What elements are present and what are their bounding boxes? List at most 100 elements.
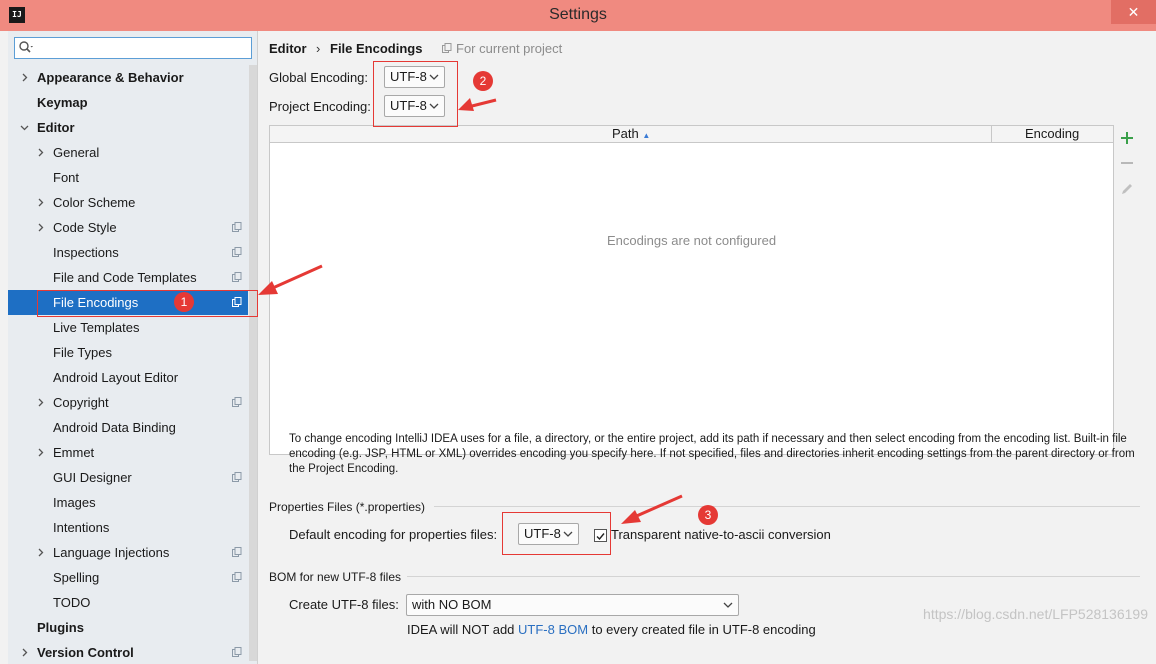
chevron-right-icon[interactable] xyxy=(36,148,45,157)
path-column-header[interactable]: Path ▲ xyxy=(612,126,650,144)
annotation-box-properties xyxy=(502,512,611,555)
chevron-right-icon[interactable] xyxy=(36,198,45,207)
sidebar-item-font[interactable]: Font xyxy=(8,165,248,190)
chevron-right-icon[interactable] xyxy=(20,648,29,657)
section-divider xyxy=(407,576,1140,577)
sidebar-item-keymap[interactable]: Keymap xyxy=(8,90,248,115)
bom-section-title: BOM for new UTF-8 files xyxy=(269,570,402,584)
sidebar-item-android-layout-editor[interactable]: Android Layout Editor xyxy=(8,365,248,390)
sidebar-item-label: Language Injections xyxy=(53,545,170,560)
settings-search-input[interactable] xyxy=(14,37,252,59)
close-button[interactable]: ✕ xyxy=(1111,0,1156,24)
chevron-right-icon[interactable] xyxy=(36,398,45,407)
sidebar-item-label: Android Layout Editor xyxy=(53,370,179,385)
sidebar-item-editor[interactable]: Editor xyxy=(8,115,248,140)
chevron-right-icon[interactable] xyxy=(36,548,45,557)
sidebar-item-label: File Types xyxy=(53,345,113,360)
sidebar-item-color-scheme[interactable]: Color Scheme xyxy=(8,190,248,215)
sidebar-item-label: General xyxy=(53,145,100,160)
sidebar-item-label: Live Templates xyxy=(53,320,140,335)
remove-icon[interactable] xyxy=(1117,153,1137,173)
annotation-marker-2: 2 xyxy=(473,71,493,91)
sidebar-item-label: Emmet xyxy=(53,445,95,460)
sidebar-item-label: Copyright xyxy=(53,395,109,410)
chevron-right-icon[interactable] xyxy=(36,448,45,457)
settings-tree: Appearance & Behavior Keymap Editor General… xyxy=(8,65,248,664)
sidebar-item-images[interactable]: Images xyxy=(8,490,248,515)
project-scope-icon xyxy=(232,272,242,282)
utf8-bom-link[interactable]: UTF-8 BOM xyxy=(518,622,588,637)
window-title: Settings xyxy=(549,6,607,23)
properties-section-title: Properties Files (*.properties) xyxy=(269,500,426,514)
settings-sidebar: Appearance & Behavior Keymap Editor General… xyxy=(8,31,258,664)
chevron-down-icon[interactable] xyxy=(20,123,29,132)
project-scope-icon xyxy=(232,572,242,582)
search-icon xyxy=(19,41,33,53)
chevron-right-icon[interactable] xyxy=(36,223,45,232)
add-icon[interactable] xyxy=(1117,128,1137,148)
project-encoding-label: Project Encoding: xyxy=(269,99,371,114)
breadcrumb-separator: › xyxy=(316,41,321,56)
project-scope-icon xyxy=(442,43,452,53)
sidebar-item-version-control[interactable]: Version Control xyxy=(8,640,248,664)
sidebar-item-label: Editor xyxy=(37,120,75,135)
sidebar-item-emmet[interactable]: Emmet xyxy=(8,440,248,465)
sidebar-item-general[interactable]: General xyxy=(8,140,248,165)
sidebar-item-copyright[interactable]: Copyright xyxy=(8,390,248,415)
title-bar: IJ Settings ✕ xyxy=(0,0,1156,31)
sidebar-item-file-types[interactable]: File Types xyxy=(8,340,248,365)
breadcrumb-editor[interactable]: Editor xyxy=(269,41,307,56)
watermark: https://blog.csdn.net/LFP528136199 xyxy=(923,606,1148,622)
sidebar-item-label: Plugins xyxy=(37,620,84,635)
sidebar-item-appearance-behavior[interactable]: Appearance & Behavior xyxy=(8,65,248,90)
annotation-box-file-encodings xyxy=(37,290,258,317)
breadcrumb-file-encodings: File Encodings xyxy=(330,41,423,56)
default-properties-encoding-label: Default encoding for properties files: xyxy=(289,527,498,542)
sidebar-item-label: Font xyxy=(53,170,80,185)
chevron-down-icon xyxy=(723,602,733,608)
sidebar-item-todo[interactable]: TODO xyxy=(8,590,248,615)
scope-note: For current project xyxy=(456,41,563,56)
sort-ascending-icon: ▲ xyxy=(642,131,651,140)
sidebar-item-language-injections[interactable]: Language Injections xyxy=(8,540,248,565)
annotation-box-encodings xyxy=(373,61,458,127)
annotation-marker-3: 3 xyxy=(698,505,718,525)
encodings-table[interactable]: Path ▲ Encoding Encodings are not config… xyxy=(269,125,1114,455)
edit-pencil-icon[interactable] xyxy=(1117,179,1137,199)
project-scope-icon xyxy=(232,247,242,257)
sidebar-item-label: Keymap xyxy=(37,95,88,110)
encoding-column-header[interactable]: Encoding xyxy=(1025,126,1079,142)
help-text: To change encoding IntelliJ IDEA uses fo… xyxy=(289,433,1135,475)
sidebar-item-file-and-code-templates[interactable]: File and Code Templates xyxy=(8,265,248,290)
sidebar-item-label: TODO xyxy=(53,595,91,610)
table-empty-text: Encodings are not configured xyxy=(606,233,777,248)
transparent-conversion-label[interactable]: Transparent native-to-ascii conversion xyxy=(611,527,831,542)
project-scope-icon xyxy=(232,472,242,482)
sidebar-item-plugins[interactable]: Plugins xyxy=(8,615,248,640)
chevron-right-icon[interactable] xyxy=(20,73,29,82)
project-scope-icon xyxy=(232,222,242,232)
sidebar-item-code-style[interactable]: Code Style xyxy=(8,215,248,240)
sidebar-item-label: Version Control xyxy=(37,645,134,660)
project-scope-icon xyxy=(232,647,242,657)
sidebar-item-label: Intentions xyxy=(53,520,110,535)
sidebar-item-intentions[interactable]: Intentions xyxy=(8,515,248,540)
sidebar-item-android-data-binding[interactable]: Android Data Binding xyxy=(8,415,248,440)
sidebar-item-label: Appearance & Behavior xyxy=(37,70,184,85)
sidebar-scrollbar[interactable] xyxy=(249,65,257,661)
sidebar-item-label: Inspections xyxy=(53,245,119,260)
table-header: Path ▲ Encoding xyxy=(270,126,1113,143)
sidebar-item-inspections[interactable]: Inspections xyxy=(8,240,248,265)
bom-note: IDEA will NOT add UTF-8 BOM to every cre… xyxy=(407,622,816,637)
sidebar-item-spelling[interactable]: Spelling xyxy=(8,565,248,590)
project-scope-icon xyxy=(232,397,242,407)
sidebar-item-label: GUI Designer xyxy=(53,470,132,485)
bom-select[interactable]: with NO BOM xyxy=(406,594,739,616)
sidebar-item-live-templates[interactable]: Live Templates xyxy=(8,315,248,340)
global-encoding-label: Global Encoding: xyxy=(269,70,369,85)
sidebar-item-label: Spelling xyxy=(53,570,100,585)
sidebar-item-gui-designer[interactable]: GUI Designer xyxy=(8,465,248,490)
annotation-marker-1: 1 xyxy=(174,292,194,312)
sidebar-item-label: Android Data Binding xyxy=(53,420,176,435)
column-divider xyxy=(991,126,992,143)
